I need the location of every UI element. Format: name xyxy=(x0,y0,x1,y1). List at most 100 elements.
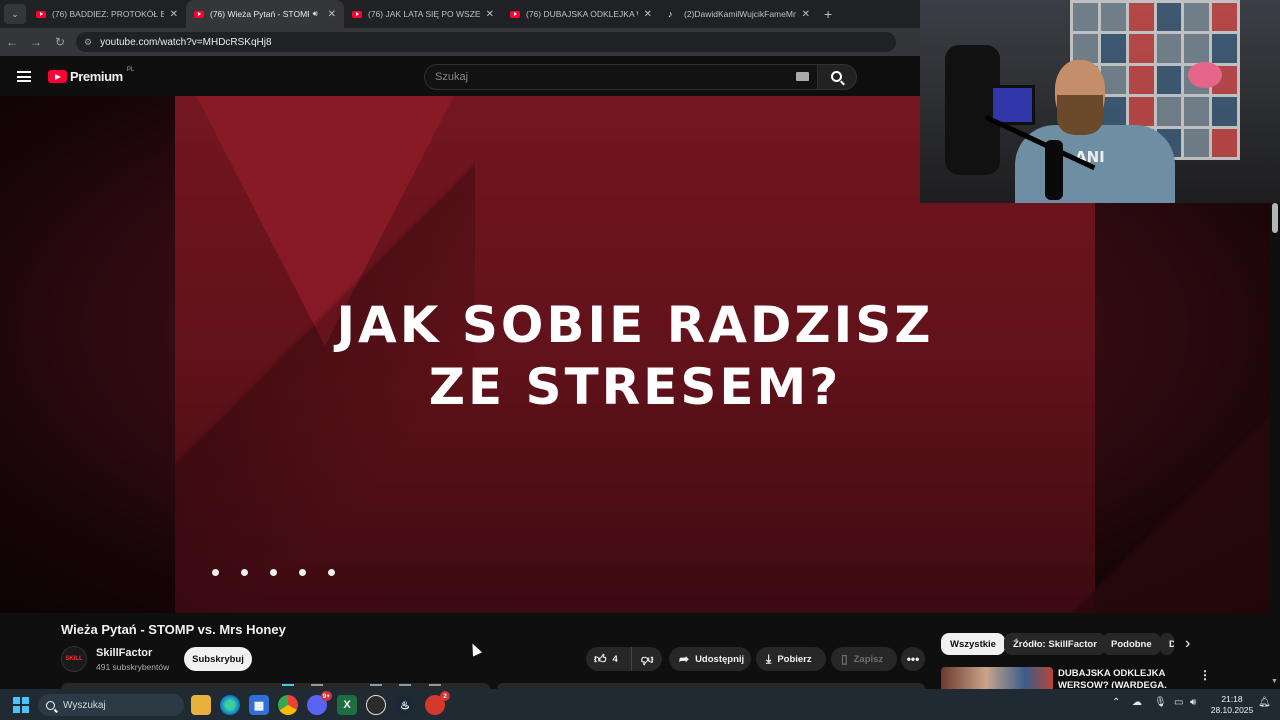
search-placeholder: Szukaj xyxy=(435,71,469,83)
app-icon[interactable]: 2 xyxy=(425,691,450,715)
channel-avatar[interactable]: SKILL xyxy=(61,646,87,672)
tab-search-button[interactable]: ⌄ xyxy=(4,4,26,24)
url-text: youtube.com/watch?v=MHDcRSKqHj8 xyxy=(100,36,272,48)
search-button[interactable] xyxy=(817,64,857,90)
microphone-icon[interactable]: 🎙︎ xyxy=(1154,697,1167,708)
browser-tab-1[interactable]: (76) BADDIEZ: PROTOKÓŁ BERL ✕ xyxy=(28,0,186,28)
reload-icon[interactable]: ↻ xyxy=(48,35,72,49)
chip-related[interactable]: Podobne xyxy=(1102,633,1161,655)
new-tab-button[interactable]: + xyxy=(824,6,832,22)
close-icon[interactable]: ✕ xyxy=(328,9,336,20)
logo-text: Premium xyxy=(70,69,123,84)
clock-time: 21:18 xyxy=(1221,694,1243,704)
subscribe-button[interactable]: Subskrybuj xyxy=(184,647,252,671)
excel-icon[interactable]: X xyxy=(337,695,357,715)
notification-badge: 9+ xyxy=(320,691,332,701)
edge-icon[interactable] xyxy=(220,695,240,715)
corner-graphic xyxy=(1070,413,1270,613)
mouse-cursor xyxy=(467,641,483,657)
dot xyxy=(212,569,219,576)
browser-tab-strip: ⌄ (76) BADDIEZ: PROTOKÓŁ BERL ✕ (76) Wie… xyxy=(0,0,920,28)
running-app-indicator xyxy=(399,684,411,686)
bookmark-icon: ▯ xyxy=(841,652,848,666)
store-icon[interactable]: ▦ xyxy=(249,695,269,715)
menu-icon[interactable] xyxy=(17,71,31,82)
youtube-icon xyxy=(36,10,46,18)
windows-start-icon[interactable] xyxy=(13,697,29,713)
site-info-icon[interactable]: ⚙︎ xyxy=(84,37,92,48)
taskbar-search[interactable]: Wyszukaj xyxy=(38,694,184,716)
close-icon[interactable]: ✕ xyxy=(802,9,810,20)
more-actions-button[interactable]: ••• xyxy=(901,647,925,671)
recommended-video-thumbnail[interactable] xyxy=(941,667,1053,689)
avatar-text: SKILL xyxy=(65,656,83,662)
youtube-play-icon xyxy=(48,70,67,83)
running-app-indicator xyxy=(311,684,323,686)
browser-tab-3[interactable]: (76) JAK LATA SIĘ PO WSZECHŚ ✕ xyxy=(344,0,502,28)
back-arrow-icon[interactable]: ← xyxy=(0,35,24,49)
dot xyxy=(241,569,248,576)
file-explorer-icon[interactable] xyxy=(191,695,211,715)
youtube-header: Premium PL Szukaj xyxy=(0,56,920,96)
search-icon xyxy=(830,70,842,82)
save-label: Zapisz xyxy=(853,653,884,665)
system-clock[interactable]: 21:18 28.10.2025 xyxy=(1208,694,1256,716)
discord-icon[interactable]: 9+ xyxy=(307,691,332,715)
download-button[interactable]: ⤓ Pobierz xyxy=(756,647,826,671)
tab-title: (76) JAK LATA SIĘ PO WSZECHŚ xyxy=(368,9,480,19)
cloud-icon[interactable]: ☁ xyxy=(1132,697,1142,708)
active-app-indicator xyxy=(282,684,294,686)
search-icon xyxy=(46,700,55,710)
close-icon[interactable]: ✕ xyxy=(486,9,494,20)
search-input[interactable]: Szukaj xyxy=(424,64,818,90)
dislike-button[interactable]: 👍︎ xyxy=(632,647,662,671)
chevron-right-icon[interactable]: › xyxy=(1185,635,1190,653)
speaker-icon[interactable]: 🔊︎ xyxy=(313,9,318,19)
video-title: Wieża Pytań - STOMP vs. Mrs Honey xyxy=(61,622,286,637)
close-icon[interactable]: ✕ xyxy=(170,9,178,20)
clock-date: 28.10.2025 xyxy=(1210,705,1254,715)
browser-tab-4[interactable]: (76) DUBAJSKA ODKLEJKA WEF ✕ xyxy=(502,0,660,28)
address-bar[interactable]: ⚙︎ youtube.com/watch?v=MHDcRSKqHj8 xyxy=(76,32,896,52)
save-button[interactable]: ▯ Zapisz xyxy=(831,647,897,671)
share-icon: ➦ xyxy=(679,652,690,666)
channel-name[interactable]: SkillFactor xyxy=(96,647,152,659)
close-icon[interactable]: ✕ xyxy=(644,9,652,20)
chrome-icon[interactable] xyxy=(278,695,298,715)
tab-title: (2)DawidKamilWujcikFameMma xyxy=(684,9,796,19)
dot xyxy=(328,569,335,576)
more-horizontal-icon: ••• xyxy=(906,652,920,666)
like-button[interactable]: 👍︎ 4 xyxy=(586,647,632,671)
like-dislike-group: 👍︎ 4 👍︎ xyxy=(586,647,662,671)
share-button[interactable]: ➦ Udostępnij xyxy=(669,647,751,671)
notification-bell-icon[interactable]: 🔔︎ xyxy=(1258,697,1271,708)
browser-tab-5[interactable]: ♪ (2)DawidKamilWujcikFameMma ✕ xyxy=(660,0,818,28)
chip-partial[interactable]: D xyxy=(1160,633,1174,655)
more-vertical-icon[interactable]: ⋮ xyxy=(1199,668,1211,682)
forward-arrow-icon[interactable]: → xyxy=(24,35,48,49)
video-headline: JAK SOBIE RADZISZ ZE STRESEM? xyxy=(175,294,1095,418)
headline-line-2: ZE STRESEM? xyxy=(428,358,842,416)
thumbs-up-icon: 👍︎ xyxy=(594,651,607,666)
browser-tab-2-active[interactable]: (76) Wieża Pytań - STOMP v 🔊︎ ✕ xyxy=(186,0,344,28)
network-icon[interactable]: ▭ xyxy=(1174,697,1183,708)
recommended-video-title[interactable]: DUBAJSKA ODKLEJKA WERSOW? (WARDĘGA, NITR… xyxy=(1058,668,1198,688)
volume-icon[interactable]: 🔊︎ xyxy=(1190,697,1196,708)
keyboard-icon[interactable] xyxy=(796,72,809,81)
share-label: Udostępnij xyxy=(695,653,745,665)
chip-source[interactable]: Źródło: SkillFactor xyxy=(1004,633,1106,655)
obs-icon[interactable] xyxy=(366,695,386,715)
steam-icon[interactable]: ♨ xyxy=(395,695,415,715)
logo-country-code: PL xyxy=(126,66,135,73)
dot xyxy=(299,569,306,576)
page-scrollbar-thumb[interactable] xyxy=(1272,203,1278,233)
chevron-up-icon[interactable]: ⌃ xyxy=(1112,697,1120,708)
youtube-logo[interactable]: Premium PL xyxy=(48,66,135,84)
youtube-icon xyxy=(194,10,204,18)
chip-all[interactable]: Wszystkie xyxy=(941,633,1005,655)
dot-decoration xyxy=(212,569,335,576)
scroll-down-arrow-icon[interactable]: ▼ xyxy=(1271,678,1278,685)
dot xyxy=(270,569,277,576)
running-app-indicator xyxy=(429,684,441,686)
tab-title: (76) BADDIEZ: PROTOKÓŁ BERL xyxy=(52,9,164,19)
